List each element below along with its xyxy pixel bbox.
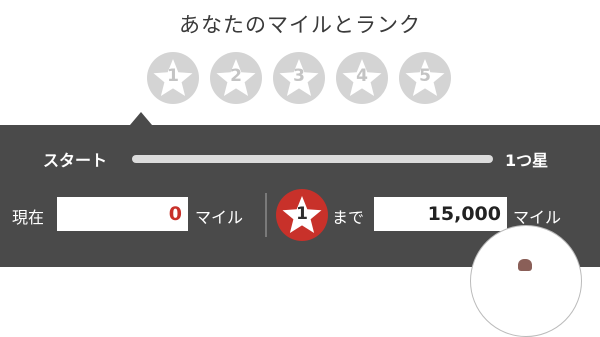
menu-icon [518, 259, 532, 271]
floating-action-button[interactable] [470, 225, 582, 337]
progress-end-label: 1つ星 [505, 151, 549, 170]
rank-star-number: 2 [230, 66, 242, 86]
current-miles-value: 0 [57, 197, 188, 231]
current-miles-label: 現在 [12, 208, 45, 227]
progress-start-label: スタート [43, 151, 108, 170]
rank-star-number: 5 [419, 66, 431, 86]
rank-star-number: 4 [356, 66, 368, 86]
rank-star-3[interactable]: 3 [273, 52, 325, 104]
rank-star-1[interactable]: 1 [147, 52, 199, 104]
target-miles-value: 15,000 [374, 197, 507, 231]
rank-header: あなたのマイルとランク 1 2 3 4 5 [0, 0, 600, 125]
rank-progress-bar [132, 155, 493, 163]
next-rank-badge: 1 [276, 189, 328, 241]
panel-pointer [130, 112, 152, 125]
current-miles-unit: マイル [195, 208, 244, 227]
rank-star-5[interactable]: 5 [399, 52, 451, 104]
divider [265, 193, 267, 237]
rank-star-number: 3 [293, 66, 305, 86]
until-label: まで [332, 208, 365, 227]
rank-star-number: 1 [167, 66, 179, 86]
rank-star-4[interactable]: 4 [336, 52, 388, 104]
rank-star-2[interactable]: 2 [210, 52, 262, 104]
next-rank-number: 1 [296, 204, 308, 224]
page-title: あなたのマイルとランク [179, 13, 421, 37]
